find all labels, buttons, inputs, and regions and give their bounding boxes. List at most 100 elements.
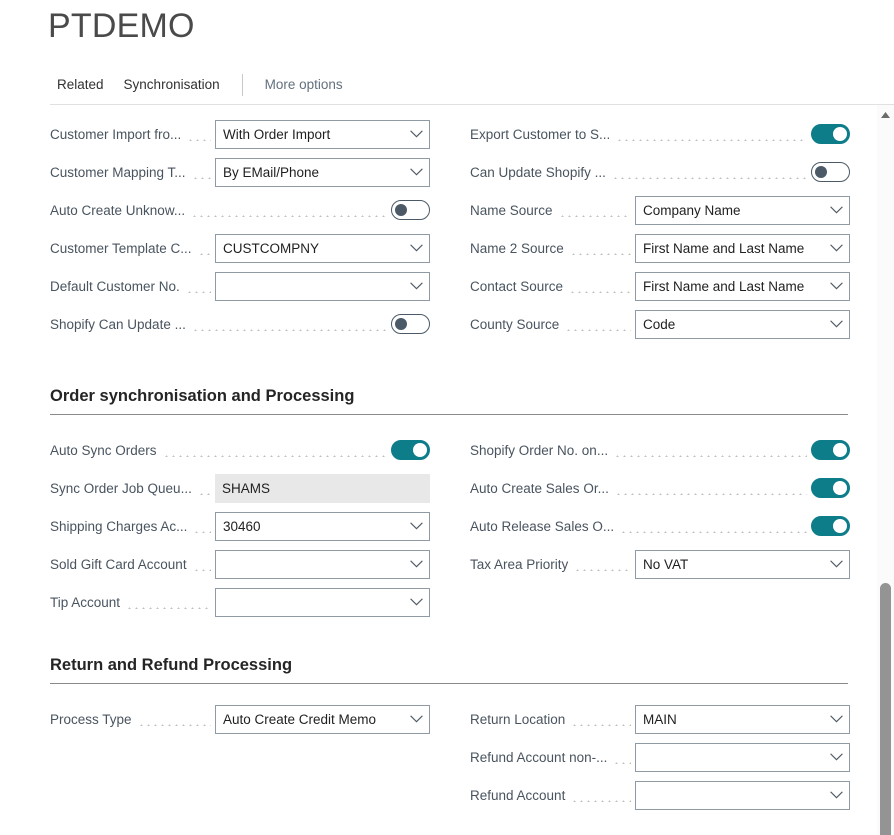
field-row: Customer Import fro... With Order Import — [50, 115, 430, 153]
dropdown-field[interactable] — [215, 271, 430, 301]
vertical-scrollbar[interactable] — [877, 105, 894, 835]
dropdown-toggle[interactable] — [823, 235, 849, 262]
toggle-switch[interactable] — [391, 440, 430, 460]
field-control — [391, 440, 430, 460]
dropdown-toggle[interactable] — [823, 273, 849, 300]
field-label: Can Update Shopify ... — [470, 164, 606, 180]
chevron-down-icon — [409, 598, 423, 606]
toggle-switch[interactable] — [811, 440, 850, 460]
field-control — [391, 200, 430, 220]
label-leader-dots — [185, 279, 211, 293]
field-row: Auto Sync Orders — [50, 431, 430, 469]
chevron-down-icon — [829, 715, 843, 723]
action-related[interactable]: Related — [50, 68, 114, 102]
dropdown-value: Auto Create Credit Memo — [223, 711, 377, 727]
field-control — [811, 124, 850, 144]
toggle-switch[interactable] — [391, 314, 430, 334]
label-leader-dots — [614, 481, 807, 495]
section-heading: Order synchronisation and Processing — [50, 387, 848, 415]
vertical-scroll-thumb[interactable] — [880, 583, 891, 835]
field-control: First Name and Last Name — [635, 271, 850, 301]
scroll-up-button[interactable] — [877, 106, 894, 123]
field-label: Auto Create Sales Or... — [470, 480, 609, 496]
dropdown-field[interactable]: First Name and Last Name — [635, 271, 850, 301]
section-heading: Return and Refund Processing — [50, 656, 848, 684]
toggle-knob — [833, 127, 847, 141]
dropdown-field[interactable]: No VAT — [635, 549, 850, 579]
dropdown-field[interactable] — [635, 780, 850, 810]
dropdown-field[interactable]: 30460 — [215, 511, 430, 541]
field-row: County Source Code — [470, 305, 850, 343]
field-label: Refund Account — [470, 787, 566, 803]
field-control: Company Name — [635, 195, 850, 225]
field-row: Tax Area Priority No VAT — [470, 545, 850, 583]
chevron-down-icon — [829, 753, 843, 761]
dropdown-toggle[interactable] — [403, 121, 429, 148]
label-leader-dots — [613, 750, 631, 764]
field-control — [215, 271, 430, 301]
field-row: Sync Order Job Queu... SHAMS — [50, 469, 430, 507]
field-label: Default Customer No. — [50, 278, 180, 294]
toggle-switch[interactable] — [811, 162, 850, 182]
label-leader-dots — [137, 712, 211, 726]
field-row: Auto Create Sales Or... — [470, 469, 850, 507]
dropdown-field[interactable]: With Order Import — [215, 119, 430, 149]
toggle-switch[interactable] — [811, 516, 850, 536]
dropdown-toggle[interactable] — [403, 551, 429, 578]
dropdown-toggle[interactable] — [403, 159, 429, 186]
toggle-knob — [395, 204, 407, 216]
dropdown-value: Code — [643, 316, 676, 332]
toggle-knob — [833, 519, 847, 533]
toggle-switch[interactable] — [811, 478, 850, 498]
field-row: Name Source Company Name — [470, 191, 850, 229]
dropdown-field[interactable]: CUSTCOMPNY — [215, 233, 430, 263]
dropdown-field[interactable] — [635, 742, 850, 772]
dropdown-toggle[interactable] — [403, 273, 429, 300]
field-row: Shopify Can Update ... — [50, 305, 430, 343]
dropdown-toggle[interactable] — [403, 589, 429, 616]
field-group-return-refund: Return and Refund Processing Process Type… — [0, 656, 860, 810]
dropdown-toggle[interactable] — [823, 706, 849, 733]
field-column-left: Process Type Auto Create Credit Memo — [50, 700, 430, 738]
action-synchronisation[interactable]: Synchronisation — [114, 68, 230, 102]
chevron-down-icon — [829, 791, 843, 799]
field-control — [811, 516, 850, 536]
label-leader-dots — [574, 557, 631, 571]
field-group-order-sync: Order synchronisation and Processing Auto… — [0, 387, 860, 617]
field-label: Export Customer to S... — [470, 126, 611, 142]
dropdown-field[interactable]: Company Name — [635, 195, 850, 225]
dropdown-field[interactable]: First Name and Last Name — [635, 233, 850, 263]
dropdown-toggle[interactable] — [823, 744, 849, 771]
dropdown-field[interactable]: Auto Create Credit Memo — [215, 704, 430, 734]
field-label: Sold Gift Card Account — [50, 556, 187, 572]
dropdown-field[interactable] — [215, 549, 430, 579]
dropdown-toggle[interactable] — [403, 513, 429, 540]
field-control: SHAMS — [215, 473, 430, 503]
field-row: Sold Gift Card Account — [50, 545, 430, 583]
page-title: PTDEMO — [48, 7, 195, 45]
dropdown-toggle[interactable] — [823, 782, 849, 809]
dropdown-field[interactable] — [215, 587, 430, 617]
dropdown-toggle[interactable] — [823, 311, 849, 338]
chevron-down-icon — [829, 320, 843, 328]
action-more-options[interactable]: More options — [255, 68, 353, 102]
field-label: Name Source — [470, 202, 553, 218]
toggle-switch[interactable] — [391, 200, 430, 220]
field-row: Customer Template C... CUSTCOMPNY — [50, 229, 430, 267]
field-row: Auto Create Unknow... — [50, 191, 430, 229]
dropdown-field[interactable]: MAIN — [635, 704, 850, 734]
label-leader-dots — [569, 279, 631, 293]
dropdown-field[interactable]: By EMail/Phone — [215, 157, 430, 187]
dropdown-toggle[interactable] — [823, 551, 849, 578]
dropdown-field[interactable]: Code — [635, 309, 850, 339]
field-control: CUSTCOMPNY — [215, 233, 430, 263]
label-leader-dots — [197, 481, 211, 495]
dropdown-toggle[interactable] — [403, 235, 429, 262]
field-row: Refund Account — [470, 776, 850, 814]
toggle-switch[interactable] — [811, 124, 850, 144]
field-control: 30460 — [215, 511, 430, 541]
dropdown-toggle[interactable] — [403, 706, 429, 733]
field-control — [215, 549, 430, 579]
label-leader-dots — [191, 203, 387, 217]
dropdown-toggle[interactable] — [823, 197, 849, 224]
